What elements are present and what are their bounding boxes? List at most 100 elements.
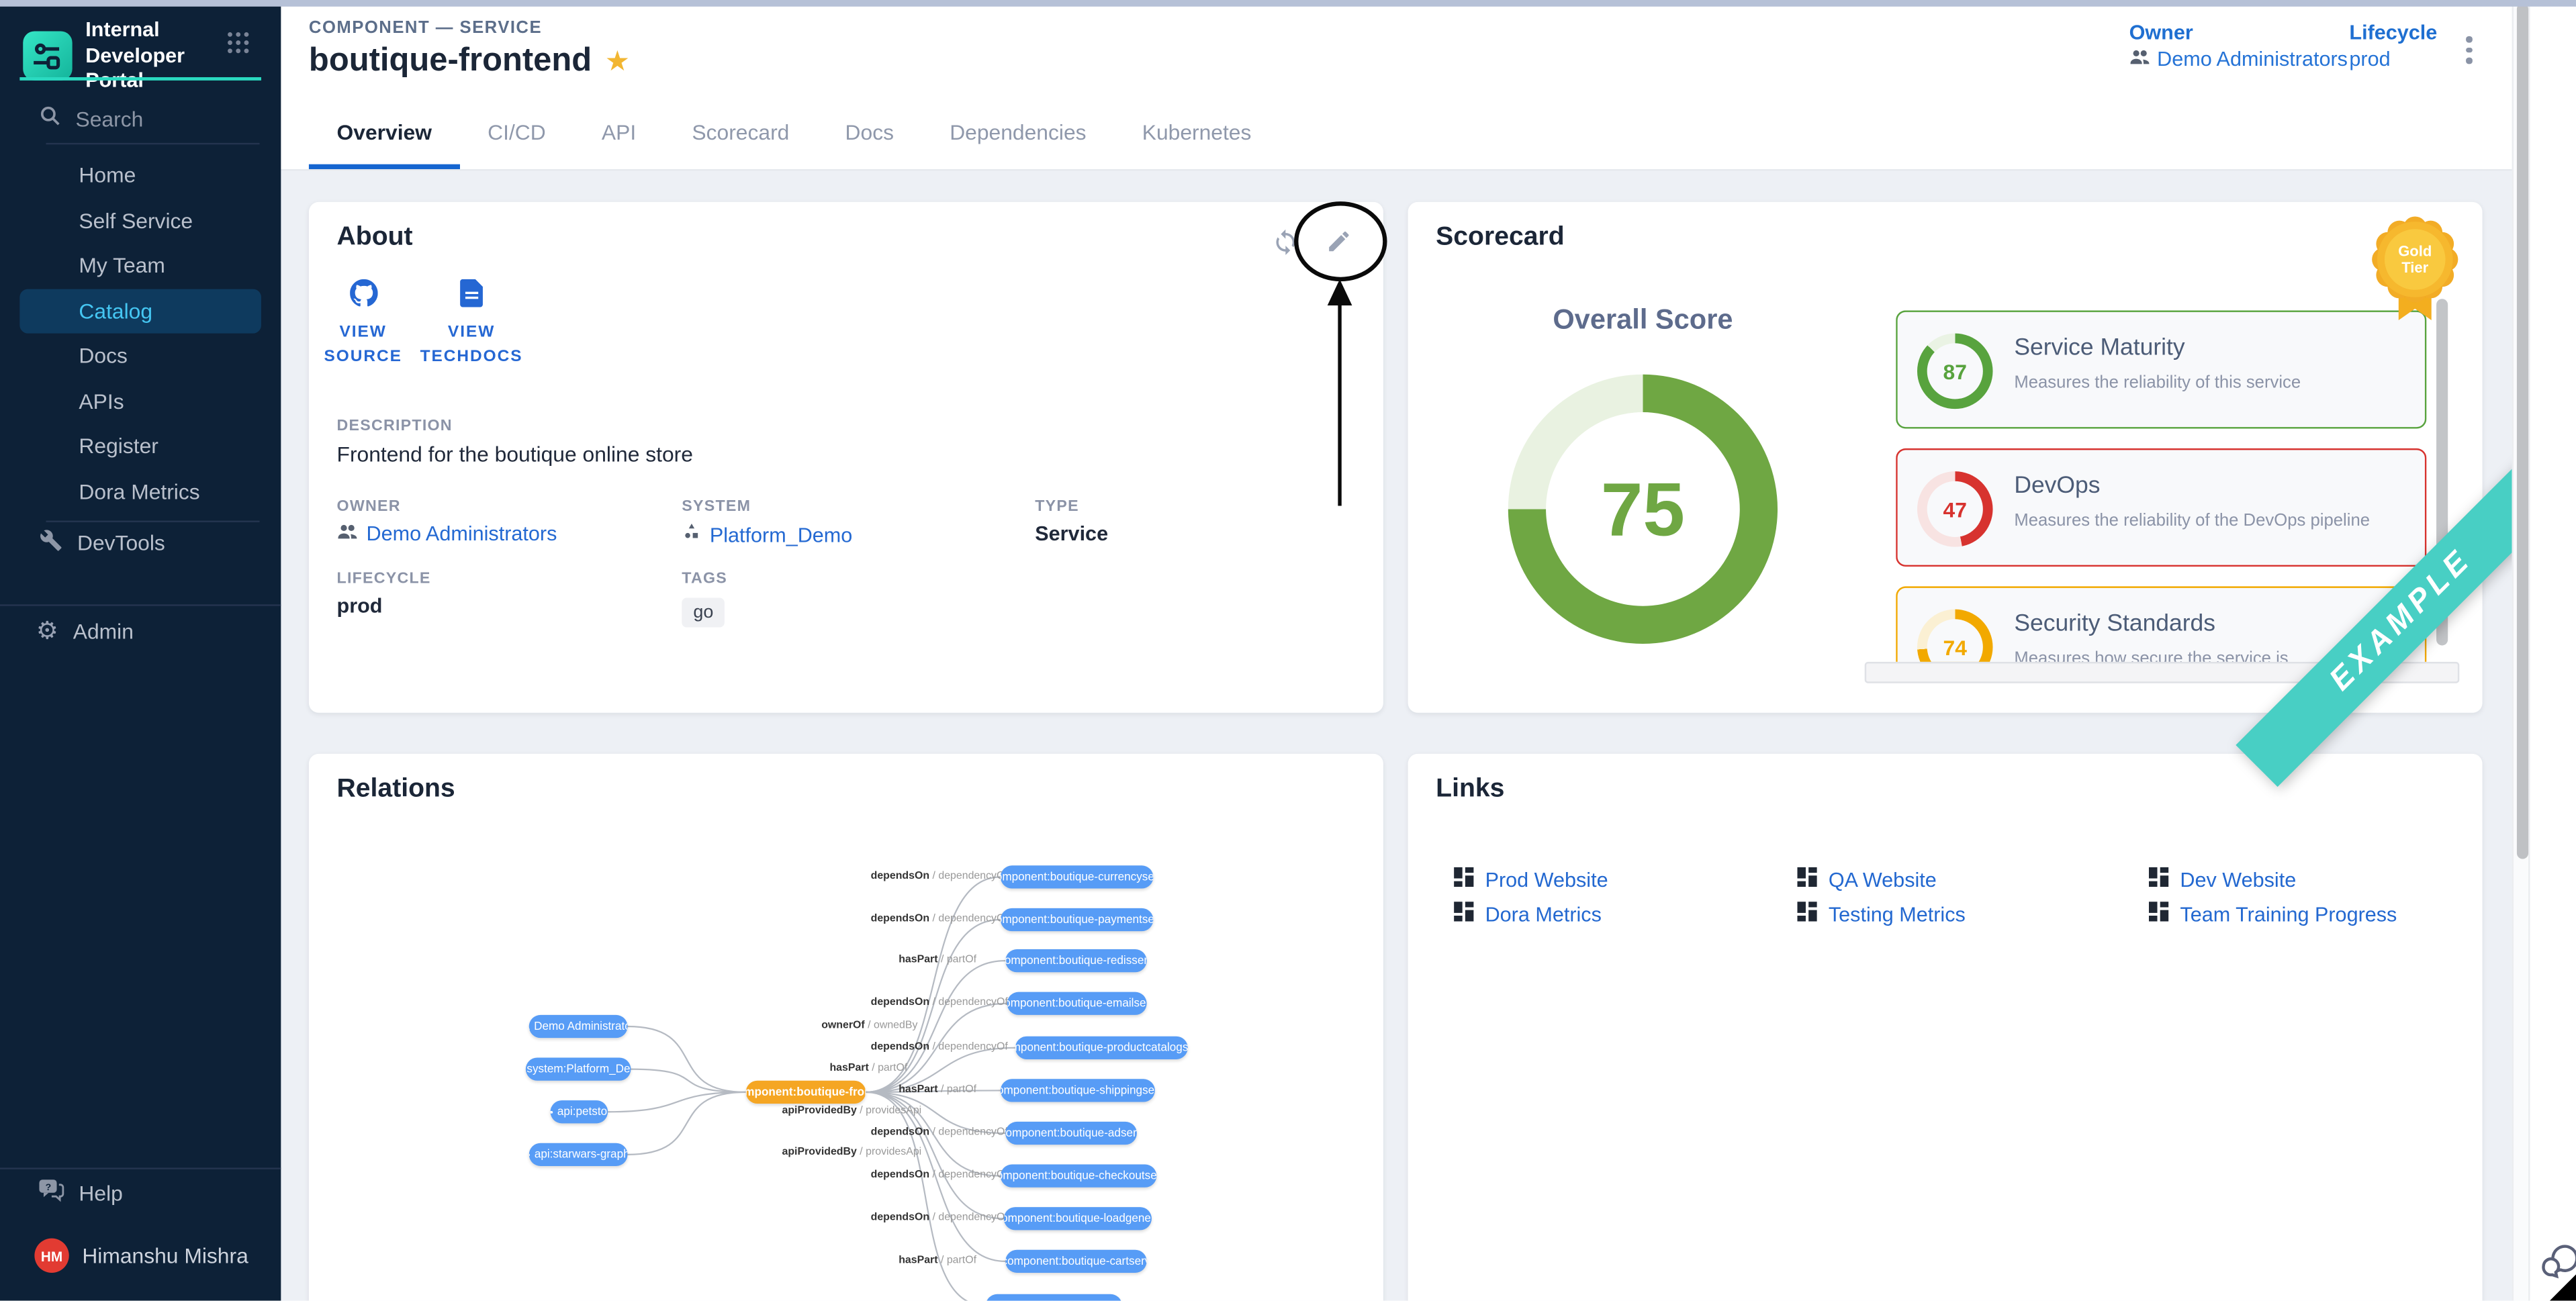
link-prod-website[interactable]: Prod Website xyxy=(1454,867,1608,892)
owner-field: OWNER Demo Administrators xyxy=(337,497,557,545)
link-testing-metrics[interactable]: Testing Metrics xyxy=(1797,902,1965,926)
metric-description: Measures the reliability of the DevOps p… xyxy=(2014,511,2370,530)
chat-bubbles-icon[interactable] xyxy=(2538,1242,2576,1290)
divider xyxy=(46,143,260,144)
top-strip xyxy=(0,0,2576,7)
tab-dependencies[interactable]: Dependencies xyxy=(922,93,1115,169)
people-icon xyxy=(2129,48,2151,70)
wrench-icon xyxy=(40,529,62,557)
sidebar-item-self-service[interactable]: Self Service xyxy=(19,198,261,243)
dashboard-icon xyxy=(1797,867,1816,892)
dashboard-icon xyxy=(2149,867,2168,892)
header-lifecycle: Lifecycle prod xyxy=(2349,21,2437,70)
graph-node-component-boutique-shippingservice[interactable]: component:boutique-shippingservice xyxy=(1001,1079,1155,1102)
help-chat-icon: ? xyxy=(38,1177,64,1207)
graph-node-component-boutique-adservice[interactable]: component:boutique-adservice xyxy=(1005,1122,1137,1145)
metric-gauge: 74 xyxy=(1917,610,1993,662)
graph-node-api-starwars-graphql[interactable]: api:starwars-graphql xyxy=(529,1143,628,1166)
edge-label: hasPart / partOf xyxy=(899,1084,976,1096)
gold-tier-badge: Gold Tier xyxy=(2369,215,2461,326)
graph-node-component-boutique-loadgenerator[interactable]: component:boutique-loadgenerator xyxy=(1004,1207,1152,1230)
edit-pencil-icon[interactable] xyxy=(1326,228,1355,258)
link-team-training-progress[interactable]: Team Training Progress xyxy=(2149,902,2397,926)
scorecard-metric-list: 87Service MaturityMeasures the reliabili… xyxy=(1896,310,2426,662)
graph-node-component-boutique-cartservice[interactable]: component:boutique-cartservice xyxy=(1005,1250,1146,1273)
sidebar-item-my-team[interactable]: My Team xyxy=(19,243,261,288)
owner-entity-link[interactable]: Demo Administrators xyxy=(337,522,557,545)
graph-node-node[interactable] xyxy=(986,1294,1122,1301)
scorecard-card: Scorecard Overall Score 75 87Service Mat… xyxy=(1408,202,2483,713)
link-dora-metrics[interactable]: Dora Metrics xyxy=(1454,902,1602,926)
metric-service-maturity[interactable]: 87Service MaturityMeasures the reliabili… xyxy=(1896,310,2426,428)
sidebar-item-home[interactable]: Home xyxy=(19,153,261,198)
page-scrollbar-thumb[interactable] xyxy=(2516,3,2528,859)
graph-node-component-boutique-redisservice[interactable]: component:boutique-redisservice xyxy=(1005,949,1146,972)
tab-api[interactable]: API xyxy=(573,93,663,169)
graph-node-api-petstore[interactable]: api:petstore xyxy=(551,1100,608,1123)
dashboard-icon xyxy=(2149,902,2168,926)
description-field: DESCRIPTION Frontend for the boutique on… xyxy=(337,417,693,466)
graph-node-system-platform-demo[interactable]: system:Platform_Demo xyxy=(526,1058,631,1081)
edge-label: dependsOn / dependencyOf xyxy=(871,997,1008,1008)
page-scrollbar[interactable] xyxy=(2512,0,2530,1301)
graph-node-component-boutique-frontend[interactable]: component:boutique-frontend xyxy=(746,1081,866,1104)
svg-text:?: ? xyxy=(46,1182,52,1192)
edge-label: apiProvidedBy / providesApi xyxy=(782,1147,922,1158)
graph-node-demo-administrators[interactable]: Demo Administrators xyxy=(529,1015,628,1038)
tab-docs[interactable]: Docs xyxy=(817,93,922,169)
graph-node-component-boutique-productcatalogservice[interactable]: component:boutique-productcatalogservice xyxy=(1015,1037,1188,1059)
system-entity-link[interactable]: Platform_Demo xyxy=(682,522,852,547)
tab-overview[interactable]: Overview xyxy=(309,93,460,169)
tab-ci-cd[interactable]: CI/CD xyxy=(460,93,574,169)
svg-text:Gold: Gold xyxy=(2398,243,2432,260)
tag-chip[interactable]: go xyxy=(682,598,725,628)
overall-score-gauge: 75 xyxy=(1508,375,1778,644)
graph-node-component-boutique-paymentservice[interactable]: component:boutique-paymentservice xyxy=(1001,908,1154,931)
view-source-button[interactable]: VIEWSOURCE xyxy=(316,279,411,370)
more-options-icon[interactable] xyxy=(2459,30,2478,70)
edge-label: apiProvidedBy / providesApi xyxy=(782,1105,922,1116)
graph-node-component-boutique-currencyservice[interactable]: component:boutique-currencyservice xyxy=(1001,865,1154,888)
sidebar-nav: HomeSelf ServiceMy TeamCatalogDocsAPIsRe… xyxy=(0,153,281,514)
divider xyxy=(46,521,260,522)
sidebar-item-register[interactable]: Register xyxy=(19,424,261,469)
sidebar: Internal Developer Portal Search HomeSel… xyxy=(0,0,281,1301)
lifecycle-label: Lifecycle xyxy=(2349,21,2437,44)
sidebar-search[interactable]: Search xyxy=(40,105,144,132)
sidebar-item-help[interactable]: ? Help xyxy=(38,1177,123,1207)
sidebar-item-apis[interactable]: APIs xyxy=(19,379,261,424)
owner-label: Owner xyxy=(2129,21,2348,44)
graph-node-component-boutique-emailservice[interactable]: component:boutique-emailservice xyxy=(1007,992,1147,1015)
metric-devops[interactable]: 47DevOpsMeasures the reliability of the … xyxy=(1896,448,2426,567)
owner-link[interactable]: Demo Administrators xyxy=(2129,48,2348,70)
sidebar-item-devtools[interactable]: DevTools xyxy=(40,529,165,557)
dashboard-icon xyxy=(1454,902,1473,926)
metric-name: DevOps xyxy=(2014,473,2100,499)
about-title: About xyxy=(337,224,413,253)
favorite-star-icon[interactable]: ★ xyxy=(605,45,630,78)
logo-icon xyxy=(23,32,72,81)
apps-grid-icon[interactable] xyxy=(227,31,250,62)
tab-kubernetes[interactable]: Kubernetes xyxy=(1114,93,1279,169)
about-card: About VIEWSOURCE VIEWTECHDOCS DESCRIPTIO… xyxy=(309,202,1383,713)
relations-graph: ownerOf / ownedByDemo AdministratorshasP… xyxy=(309,754,1383,1301)
sidebar-item-docs[interactable]: Docs xyxy=(19,334,261,379)
graph-node-component-boutique-checkoutservice[interactable]: component:boutique-checkoutservice xyxy=(1001,1165,1156,1188)
help-label: Help xyxy=(79,1180,122,1205)
lifecycle-field: LIFECYCLE prod xyxy=(337,570,431,618)
refresh-icon[interactable] xyxy=(1272,228,1301,258)
component-icon xyxy=(1046,1298,1058,1301)
link-dev-website[interactable]: Dev Website xyxy=(2149,867,2296,892)
app-logo[interactable]: Internal Developer Portal xyxy=(23,18,230,95)
view-techdocs-button[interactable]: VIEWTECHDOCS xyxy=(417,279,525,370)
link-qa-website[interactable]: QA Website xyxy=(1797,867,1936,892)
sidebar-item-dora-metrics[interactable]: Dora Metrics xyxy=(19,469,261,514)
sidebar-item-catalog[interactable]: Catalog xyxy=(19,288,261,333)
breadcrumb: COMPONENT — SERVICE xyxy=(309,18,542,38)
user-menu[interactable]: HM Himanshu Mishra xyxy=(34,1239,248,1273)
tab-scorecard[interactable]: Scorecard xyxy=(664,93,817,169)
system-icon xyxy=(682,522,701,547)
page-title: boutique-frontend ★ xyxy=(309,43,630,81)
sidebar-item-admin[interactable]: ⚙ Admin xyxy=(36,619,134,644)
edge-label: hasPart / partOf xyxy=(899,1255,976,1266)
